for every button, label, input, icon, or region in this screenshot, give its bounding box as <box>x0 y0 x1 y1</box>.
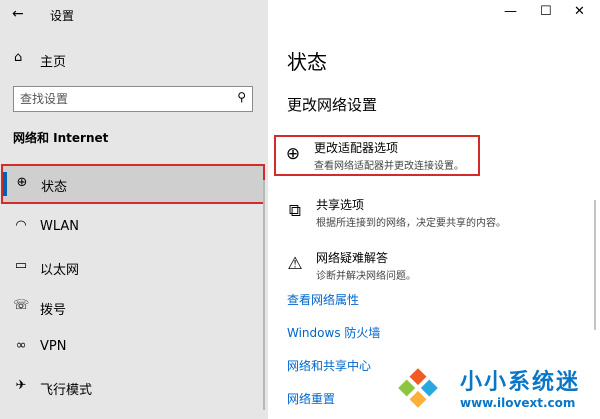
watermark-url: www.ilovext.com <box>460 396 576 410</box>
sidebar-item-label: 拨号 <box>40 303 67 318</box>
sidebar-item-label: 飞行模式 <box>40 383 93 398</box>
section-title: 网络和 Internet <box>13 131 109 145</box>
watermark-name: 小小系统迷 <box>460 370 581 395</box>
option-title: 网络疑难解答 <box>316 251 389 265</box>
close-icon[interactable]: ✕ <box>574 4 585 19</box>
home-label: 主页 <box>40 55 67 70</box>
scrollbar[interactable] <box>594 200 596 330</box>
content-pane: — ☐ ✕ 状态 更改网络设置 ⊕ 更改适配器选项 查看网络适配器并更改连接设置… <box>268 0 600 419</box>
sharing-icon: ⧉ <box>288 201 302 221</box>
adapter-icon: ⊕ <box>285 144 301 164</box>
page-title: 状态 <box>287 50 327 74</box>
search-icon[interactable]: ⚲ <box>237 90 246 104</box>
sidebar-item-wlan[interactable]: ◠ WLAN <box>0 207 268 247</box>
navigation-pane: ← 设置 ⌂ 主页 ⚲ 网络和 Internet ⊕ 状态 ◠ WLAN ▭ 以… <box>0 0 268 419</box>
watermark-logo-icon <box>394 364 442 412</box>
sidebar-item-label: VPN <box>40 339 67 354</box>
sidebar-item-ethernet[interactable]: ▭ 以太网 <box>0 247 268 287</box>
wifi-icon: ◠ <box>15 218 27 233</box>
scrollbar[interactable] <box>263 180 265 410</box>
sidebar-item-label: 以太网 <box>40 263 80 278</box>
globe-icon: ⊕ <box>16 175 28 190</box>
link-view-network-properties[interactable]: 查看网络属性 <box>287 291 359 308</box>
network-troubleshooter[interactable]: ⚠ 网络疑难解答 诊断并解决网络问题。 <box>276 245 576 289</box>
ethernet-icon: ▭ <box>14 258 28 273</box>
option-description: 诊断并解决网络问题。 <box>316 271 416 282</box>
watermark: 小小系统迷 www.ilovext.com <box>392 358 598 416</box>
maximize-icon[interactable]: ☐ <box>540 4 552 19</box>
title-bar: ← 设置 <box>0 0 268 30</box>
vpn-icon: ∞ <box>15 338 27 353</box>
sidebar-item-label: WLAN <box>40 219 80 234</box>
option-description: 查看网络适配器并更改连接设置。 <box>314 161 464 172</box>
home-icon: ⌂ <box>14 50 23 65</box>
option-title: 共享选项 <box>316 198 365 212</box>
sidebar-item-status[interactable]: ⊕ 状态 <box>1 164 265 204</box>
window-title: 设置 <box>50 9 75 23</box>
airplane-icon: ✈ <box>15 378 27 393</box>
active-indicator <box>3 172 7 196</box>
link-windows-firewall[interactable]: Windows 防火墙 <box>287 324 380 341</box>
sidebar-item-label: 状态 <box>41 180 68 195</box>
section-heading: 更改网络设置 <box>287 96 378 114</box>
link-network-sharing-center[interactable]: 网络和共享中心 <box>287 357 371 374</box>
search-box[interactable]: ⚲ <box>13 86 253 112</box>
search-input[interactable] <box>20 90 220 108</box>
sidebar-item-vpn[interactable]: ∞ VPN <box>0 327 268 367</box>
sharing-options[interactable]: ⧉ 共享选项 根据所连接到的网络，决定要共享的内容。 <box>276 192 576 236</box>
phone-icon: ☏ <box>13 298 30 313</box>
warning-icon: ⚠ <box>287 254 303 274</box>
change-adapter-options[interactable]: ⊕ 更改适配器选项 查看网络适配器并更改连接设置。 <box>274 135 480 176</box>
option-title: 更改适配器选项 <box>314 141 399 155</box>
minimize-icon[interactable]: — <box>504 4 517 19</box>
link-network-reset[interactable]: 网络重置 <box>287 390 335 407</box>
back-arrow-icon[interactable]: ← <box>12 6 24 22</box>
home-link[interactable]: ⌂ 主页 <box>0 48 268 72</box>
sidebar-item-dialup[interactable]: ☏ 拨号 <box>0 287 268 327</box>
option-description: 根据所连接到的网络，决定要共享的内容。 <box>316 218 506 229</box>
sidebar-item-airplane[interactable]: ✈ 飞行模式 <box>0 367 268 407</box>
